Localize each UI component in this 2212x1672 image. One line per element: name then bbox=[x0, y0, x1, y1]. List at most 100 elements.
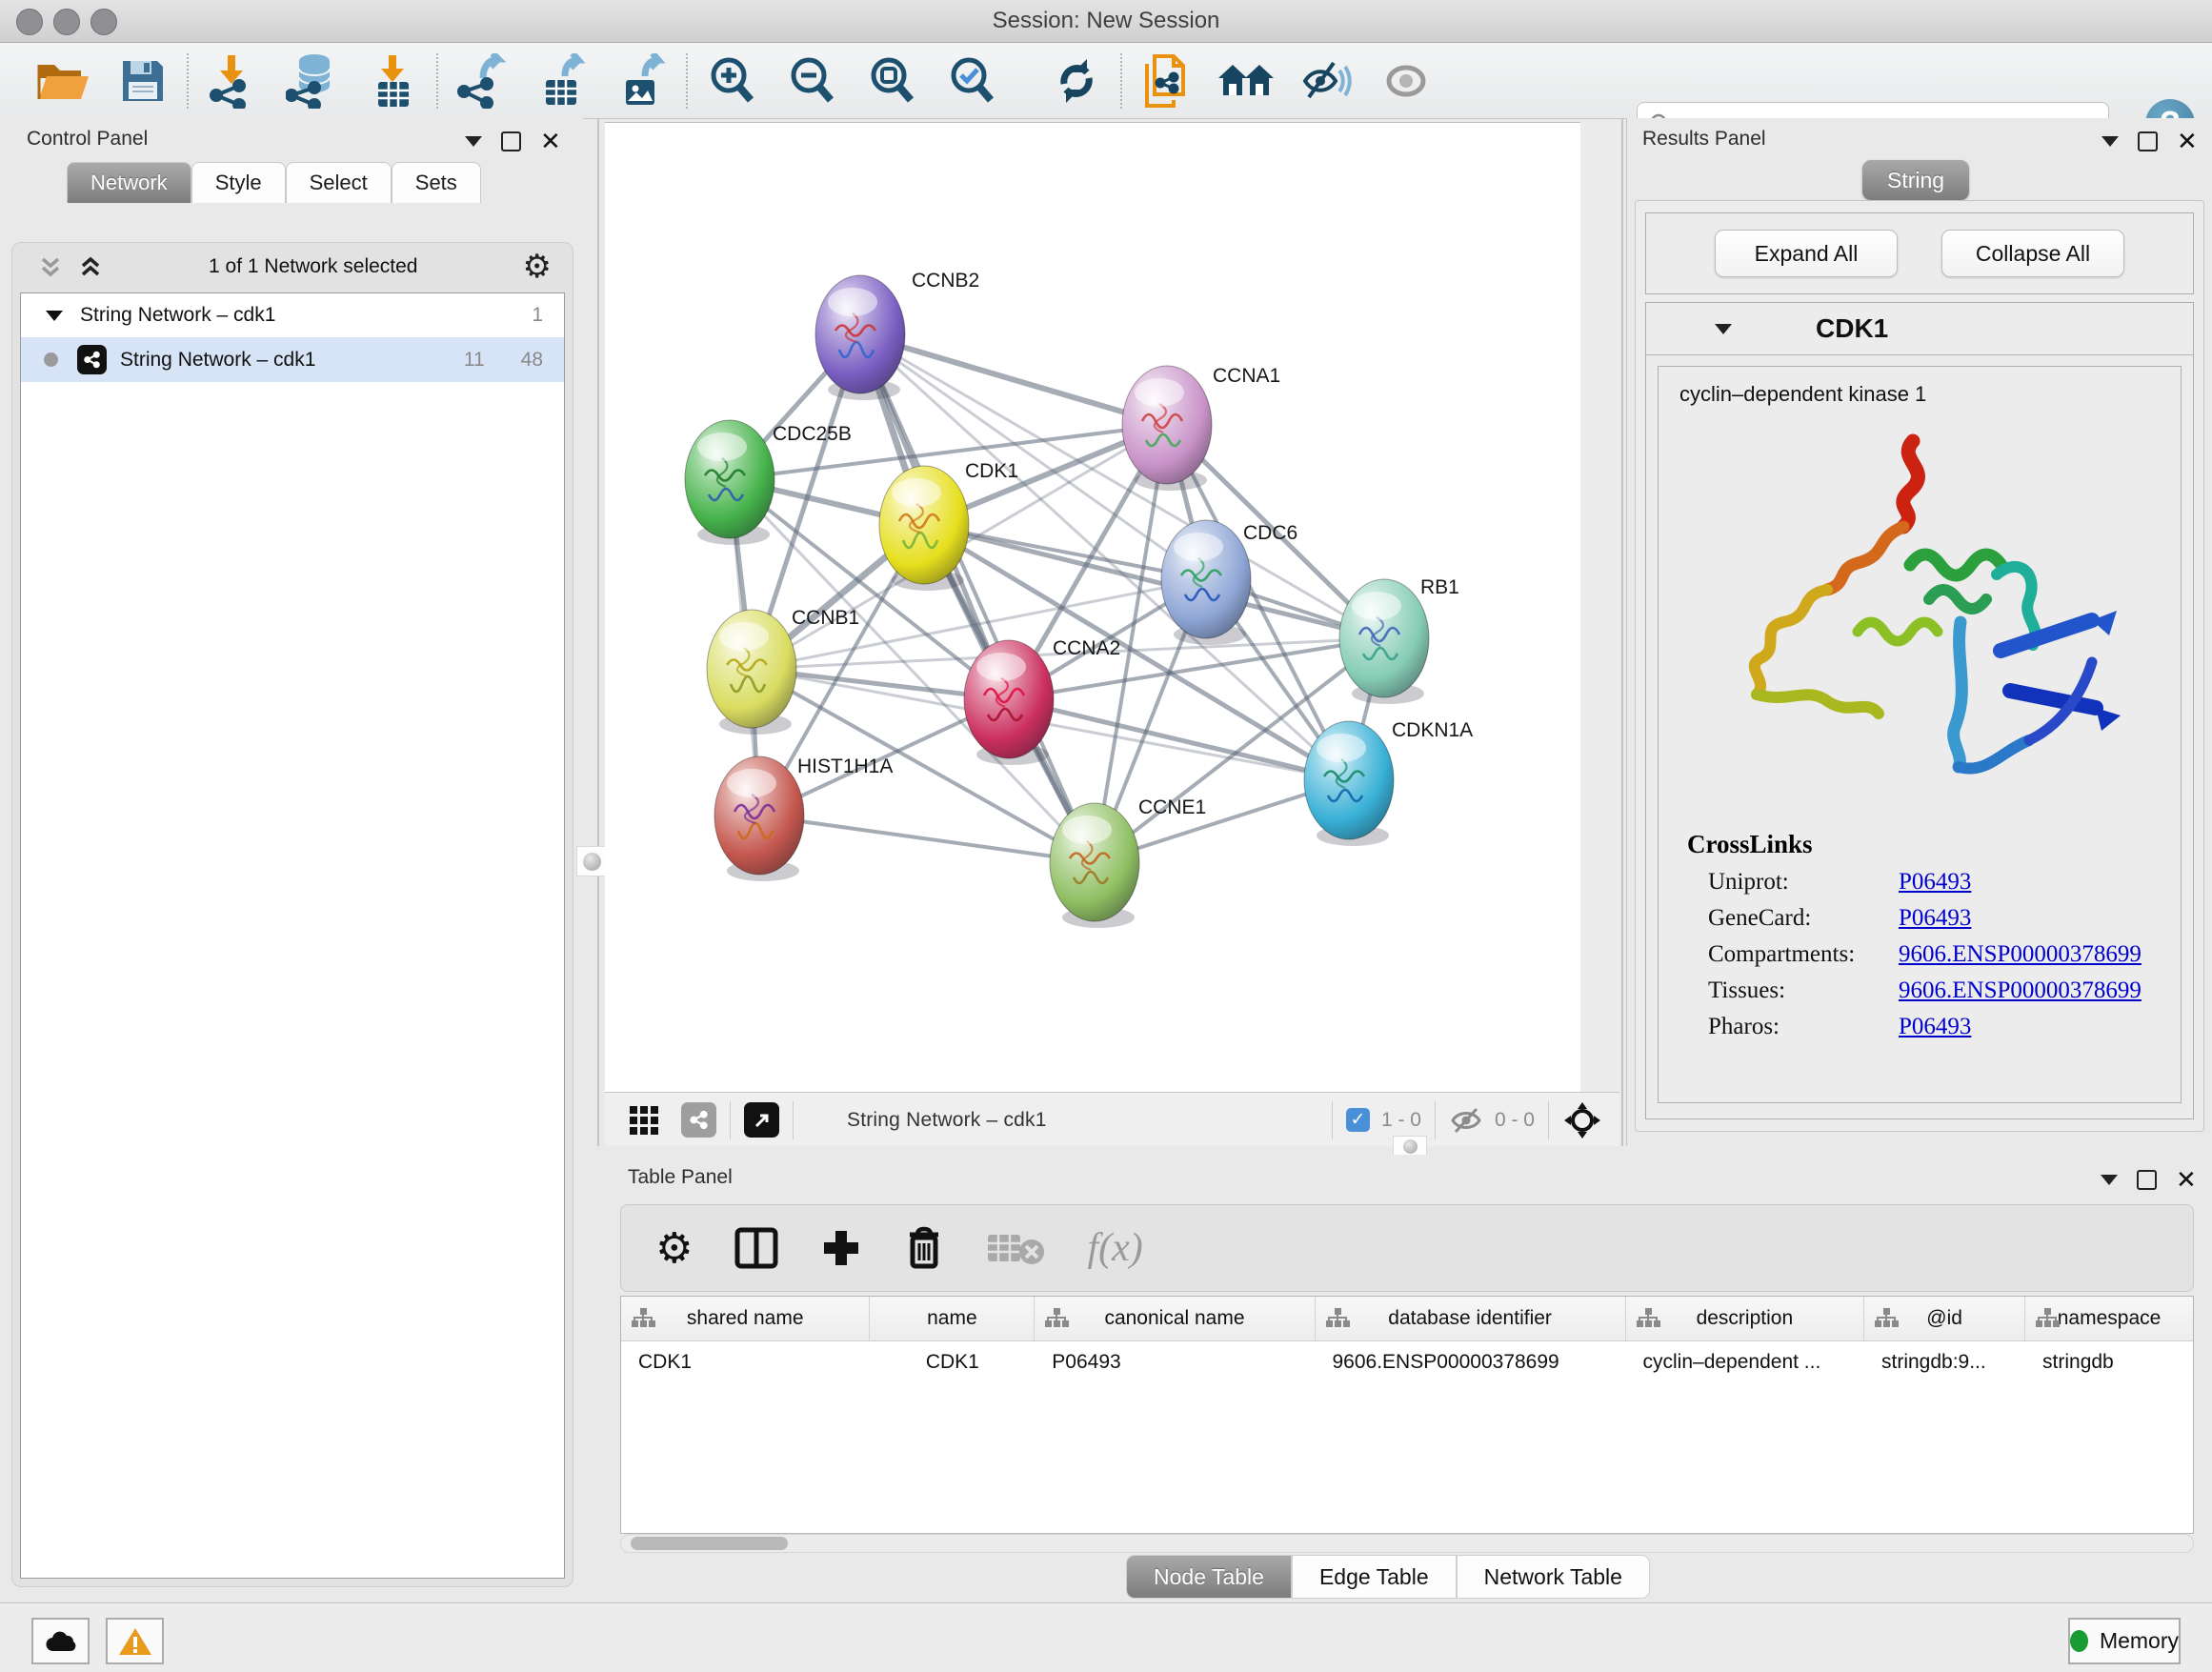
network-edge[interactable] bbox=[860, 334, 1095, 862]
export-network-icon[interactable] bbox=[442, 50, 522, 112]
tab-network[interactable]: Network bbox=[67, 162, 191, 203]
add-column-icon[interactable] bbox=[820, 1227, 862, 1269]
expand-all-icon[interactable] bbox=[77, 253, 104, 280]
panel-menu-icon[interactable] bbox=[2101, 1175, 2118, 1185]
left-splitter-knob[interactable] bbox=[576, 846, 607, 876]
compartments-link[interactable]: 9606.ENSP00000378699 bbox=[1899, 941, 2142, 968]
network-canvas[interactable]: CCNB2CCNA1CDC25BCDK1CDC6RB1CCNB1CCNA2CDK… bbox=[605, 122, 1580, 1093]
gene-header[interactable]: CDK1 bbox=[1646, 303, 2193, 355]
uniprot-link[interactable]: P06493 bbox=[1899, 869, 1971, 896]
close-panel-icon[interactable]: ✕ bbox=[2177, 132, 2198, 151]
toolbar-separator bbox=[187, 53, 189, 109]
network-edge[interactable] bbox=[759, 816, 1095, 862]
eye-icon[interactable] bbox=[1366, 50, 1446, 112]
show-columns-icon[interactable] bbox=[734, 1227, 778, 1269]
table-settings-gear-icon[interactable]: ⚙ bbox=[655, 1224, 693, 1273]
toolbar-separator bbox=[686, 53, 688, 109]
zoom-out-icon[interactable] bbox=[772, 50, 852, 112]
column-header[interactable]: shared name bbox=[621, 1297, 870, 1340]
selected-checkbox-icon[interactable]: ✓ bbox=[1346, 1108, 1370, 1132]
tissues-link[interactable]: 9606.ENSP00000378699 bbox=[1899, 977, 2142, 1004]
document-network-icon[interactable] bbox=[1126, 50, 1206, 112]
import-table-icon[interactable] bbox=[352, 50, 432, 112]
control-panel: Control Panel ✕ Network Style Select Set… bbox=[0, 118, 583, 1602]
column-header[interactable]: namespace bbox=[2025, 1297, 2193, 1340]
network-view[interactable]: CCNB2CCNA1CDC25BCDK1CDC6RB1CCNB1CCNA2CDK… bbox=[605, 123, 1580, 1093]
cloud-icon bbox=[45, 1630, 77, 1653]
column-header[interactable]: name bbox=[870, 1297, 1035, 1340]
network-row-selected[interactable]: String Network – cdk1 11 48 bbox=[21, 337, 564, 382]
scrollbar-thumb[interactable] bbox=[631, 1537, 788, 1550]
delete-table-icon[interactable] bbox=[986, 1229, 1045, 1267]
panel-menu-icon[interactable] bbox=[2101, 136, 2119, 147]
tab-string[interactable]: String bbox=[1862, 160, 1969, 200]
network-node-ccne1[interactable]: CCNE1 bbox=[1050, 796, 1206, 928]
table-row[interactable]: CDK1 CDK1 P06493 9606.ENSP00000378699 cy… bbox=[621, 1341, 2193, 1383]
network-node-cdc6[interactable]: CDC6 bbox=[1161, 520, 1297, 645]
network-node-cdkn1a[interactable]: CDKN1A bbox=[1304, 719, 1473, 846]
network-node-hist1h1a[interactable]: HIST1H1A bbox=[714, 755, 893, 881]
table-panel-title: Table Panel bbox=[628, 1166, 733, 1189]
zoom-in-icon[interactable] bbox=[692, 50, 772, 112]
birds-eye-icon[interactable] bbox=[628, 1104, 660, 1137]
fit-content-icon[interactable] bbox=[1562, 1100, 1602, 1140]
expand-all-button[interactable]: Expand All bbox=[1715, 230, 1898, 277]
function-builder-icon[interactable]: f(x) bbox=[1087, 1225, 1142, 1271]
close-panel-icon[interactable]: ✕ bbox=[2176, 1171, 2197, 1190]
cloud-button[interactable] bbox=[31, 1618, 90, 1664]
homes-icon[interactable] bbox=[1206, 50, 1286, 112]
import-database-icon[interactable] bbox=[272, 50, 352, 112]
panel-menu-icon[interactable] bbox=[465, 136, 482, 147]
tab-node-table[interactable]: Node Table bbox=[1126, 1555, 1292, 1599]
tab-edge-table[interactable]: Edge Table bbox=[1292, 1555, 1457, 1599]
open-folder-icon[interactable] bbox=[23, 50, 103, 112]
gear-icon[interactable]: ⚙ bbox=[523, 248, 552, 286]
string-results-container: Expand All Collapse All CDK1 cyclin–depe… bbox=[1635, 200, 2204, 1132]
zoom-fit-icon[interactable] bbox=[852, 50, 932, 112]
zoom-selected-icon[interactable] bbox=[932, 50, 1012, 112]
import-network-icon[interactable] bbox=[192, 50, 272, 112]
table-horizontal-scrollbar[interactable] bbox=[620, 1534, 2194, 1553]
horizontal-splitter-knob[interactable] bbox=[1393, 1136, 1427, 1157]
network-node-ccnb2[interactable]: CCNB2 bbox=[815, 270, 979, 400]
tree-expander-icon[interactable] bbox=[46, 311, 63, 321]
column-header[interactable]: database identifier bbox=[1316, 1297, 1626, 1340]
column-header[interactable]: canonical name bbox=[1035, 1297, 1315, 1340]
collapse-all-icon[interactable] bbox=[37, 253, 64, 280]
tab-sets[interactable]: Sets bbox=[392, 162, 481, 203]
open-in-window-icon[interactable] bbox=[744, 1102, 779, 1138]
show-hide-icon[interactable] bbox=[1286, 50, 1366, 112]
network-list-panel: 1 of 1 Network selected ⚙ String Network… bbox=[11, 242, 573, 1587]
network-node-ccna1[interactable]: CCNA1 bbox=[1122, 365, 1280, 491]
float-panel-icon[interactable] bbox=[2137, 1170, 2157, 1190]
network-collection-row[interactable]: String Network – cdk1 1 bbox=[21, 293, 564, 337]
export-table-icon[interactable] bbox=[522, 50, 602, 112]
network-type-badge-icon[interactable] bbox=[681, 1102, 716, 1138]
network-node-rb1[interactable]: RB1 bbox=[1339, 576, 1459, 704]
delete-column-icon[interactable] bbox=[904, 1225, 944, 1271]
tab-network-table[interactable]: Network Table bbox=[1457, 1555, 1650, 1599]
export-image-icon[interactable] bbox=[602, 50, 682, 112]
right-splitter[interactable] bbox=[1621, 118, 1623, 1146]
network-edge[interactable] bbox=[860, 334, 1167, 425]
left-splitter[interactable] bbox=[597, 118, 599, 1146]
memory-button[interactable]: Memory bbox=[2068, 1618, 2181, 1664]
node-label: CCNB2 bbox=[912, 270, 979, 292]
pharos-link[interactable]: P06493 bbox=[1899, 1014, 1971, 1040]
column-header[interactable]: description bbox=[1626, 1297, 1864, 1340]
save-icon[interactable] bbox=[103, 50, 183, 112]
close-panel-icon[interactable]: ✕ bbox=[540, 132, 561, 151]
warning-button[interactable] bbox=[106, 1618, 164, 1664]
float-panel-icon[interactable] bbox=[501, 131, 521, 151]
gene-expander-icon[interactable] bbox=[1715, 324, 1732, 334]
genecard-link[interactable]: P06493 bbox=[1899, 905, 1971, 932]
float-panel-icon[interactable] bbox=[2138, 131, 2158, 151]
tab-style[interactable]: Style bbox=[191, 162, 286, 203]
network-type-icon bbox=[77, 345, 107, 374]
collapse-all-button[interactable]: Collapse All bbox=[1941, 230, 2124, 277]
hidden-eye-icon[interactable] bbox=[1449, 1106, 1483, 1135]
tab-select[interactable]: Select bbox=[286, 162, 392, 203]
refresh-icon[interactable] bbox=[1036, 50, 1116, 112]
column-header[interactable]: @id bbox=[1864, 1297, 2025, 1340]
node-label: HIST1H1A bbox=[797, 755, 893, 777]
